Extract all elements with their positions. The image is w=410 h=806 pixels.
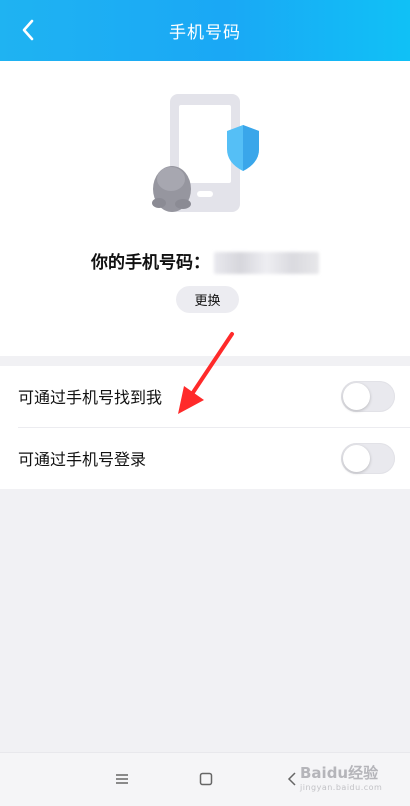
home-icon[interactable] (194, 767, 218, 791)
phone-info-card: 你的手机号码： 更换 (0, 61, 410, 356)
watermark: Baidu经验 jingyan.baidu.com (300, 764, 383, 792)
page-title: 手机号码 (169, 23, 241, 43)
toggle-knob (343, 383, 370, 410)
back-arrow-icon (22, 19, 34, 41)
toggle-knob (343, 445, 370, 472)
change-button[interactable]: 更换 (176, 286, 239, 313)
setting-label: 可通过手机号登录 (18, 450, 147, 469)
annotation-arrow (178, 332, 234, 414)
phone-number-label: 你的手机号码： (0, 248, 410, 274)
setting-label: 可通过手机号找到我 (18, 388, 163, 407)
phone-illustration (145, 91, 270, 225)
find-by-phone-toggle[interactable] (341, 381, 395, 412)
header: 手机号码 (0, 0, 410, 61)
back-button[interactable] (12, 14, 44, 46)
masked-phone-number (214, 252, 319, 274)
login-by-phone-toggle[interactable] (341, 443, 395, 474)
menu-icon[interactable] (110, 767, 134, 791)
setting-login-by-phone[interactable]: 可通过手机号登录 (0, 428, 410, 488)
